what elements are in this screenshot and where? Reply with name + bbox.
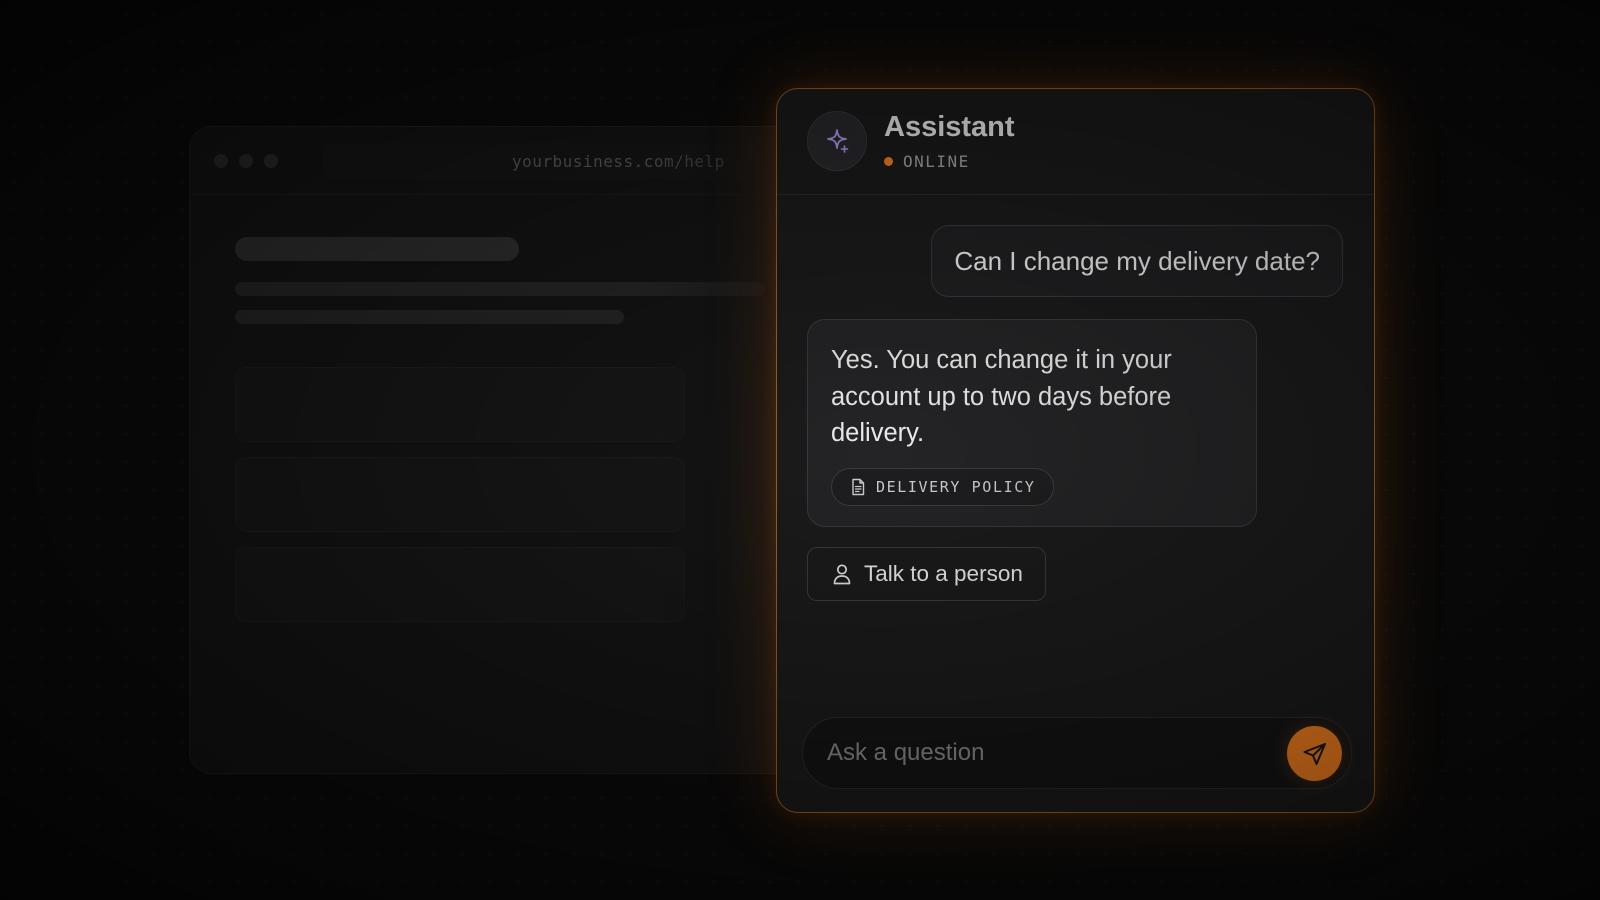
placeholder-line — [235, 310, 624, 324]
talk-to-person-button[interactable]: Talk to a person — [807, 547, 1046, 601]
chat-header: Assistant ONLINE — [777, 89, 1374, 195]
status-text: ONLINE — [903, 152, 970, 171]
assistant-name: Assistant — [884, 111, 1015, 143]
sparkle-icon — [823, 127, 851, 155]
question-input[interactable] — [827, 718, 1257, 788]
online-dot-icon — [884, 157, 893, 166]
placeholder-card — [235, 367, 685, 442]
chat-widget: Assistant ONLINE Can I change my deliver… — [776, 88, 1375, 813]
status-indicator: ONLINE — [884, 152, 970, 171]
send-icon — [1302, 741, 1328, 767]
person-icon — [832, 563, 852, 585]
browser-window: yourbusiness.com/help — [189, 126, 799, 774]
assistant-message-text: Yes. You can change it in your account u… — [831, 346, 1172, 447]
talk-to-person-label: Talk to a person — [864, 561, 1023, 586]
document-icon — [850, 478, 866, 496]
message-composer — [802, 717, 1352, 789]
window-minimize-dot[interactable] — [239, 154, 253, 168]
window-maximize-dot[interactable] — [264, 154, 278, 168]
placeholder-card — [235, 547, 685, 622]
send-button[interactable] — [1287, 726, 1342, 781]
window-close-dot[interactable] — [214, 154, 228, 168]
placeholder-card — [235, 457, 685, 532]
user-message-bubble: Can I change my delivery date? — [931, 225, 1343, 297]
source-chip[interactable]: DELIVERY POLICY — [831, 467, 1055, 506]
assistant-avatar — [807, 111, 867, 171]
placeholder-heading — [235, 237, 519, 261]
user-message-text: Can I change my delivery date? — [954, 245, 1320, 276]
browser-fade-overlay — [638, 127, 798, 773]
assistant-message-bubble: Yes. You can change it in your account u… — [807, 319, 1257, 527]
source-label: DELIVERY POLICY — [876, 477, 1036, 496]
stage: yourbusiness.com/help Assistant ONLINE C… — [0, 0, 1600, 900]
